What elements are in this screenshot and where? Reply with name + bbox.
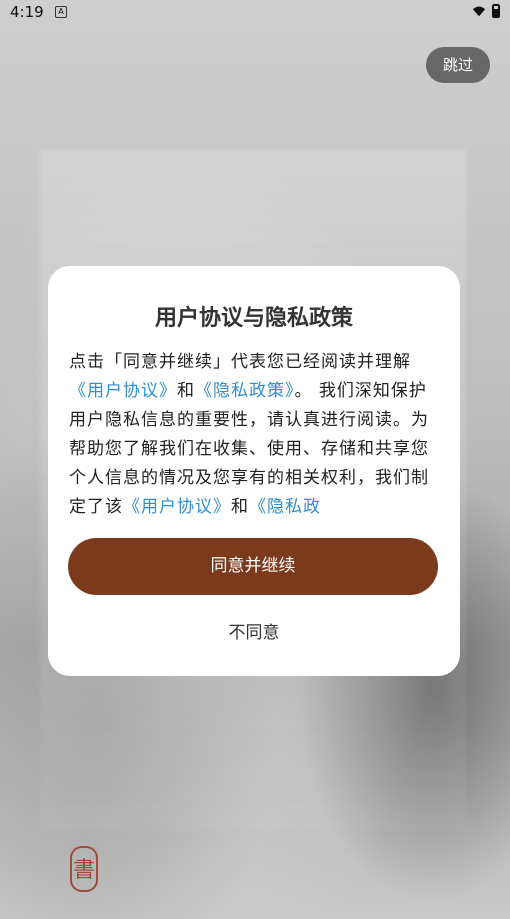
privacy-dialog: 用户协议与隐私政策 点击「同意并继续」代表您已经阅读并理解《用户协议》和《隐私政…: [48, 266, 460, 676]
notification-icon: A: [55, 6, 67, 18]
body-text: 点击「同意并继续」代表您已经阅读并理解: [69, 352, 411, 372]
seal-logo: 書: [70, 846, 98, 892]
body-text: 和: [231, 497, 249, 514]
dialog-title: 用户协议与隐私政策: [154, 306, 353, 331]
body-text: 和: [177, 381, 195, 401]
status-time: 4:19: [10, 3, 44, 21]
status-bar: 4:19 A: [0, 0, 510, 26]
agree-button[interactable]: 同意并继续: [68, 538, 438, 595]
battery-icon: [492, 4, 500, 18]
skip-button[interactable]: 跳过: [426, 47, 490, 83]
wifi-icon: [472, 6, 486, 17]
privacy-policy-link[interactable]: 《隐私政策》: [195, 381, 295, 401]
disagree-button[interactable]: 不同意: [48, 618, 460, 643]
dialog-body: 点击「同意并继续」代表您已经阅读并理解《用户协议》和《隐私政策》。 我们深知保护…: [69, 348, 439, 514]
user-agreement-link[interactable]: 《用户协议》: [123, 497, 231, 514]
privacy-policy-link[interactable]: 《隐私政: [249, 497, 321, 514]
user-agreement-link[interactable]: 《用户协议》: [69, 381, 177, 401]
